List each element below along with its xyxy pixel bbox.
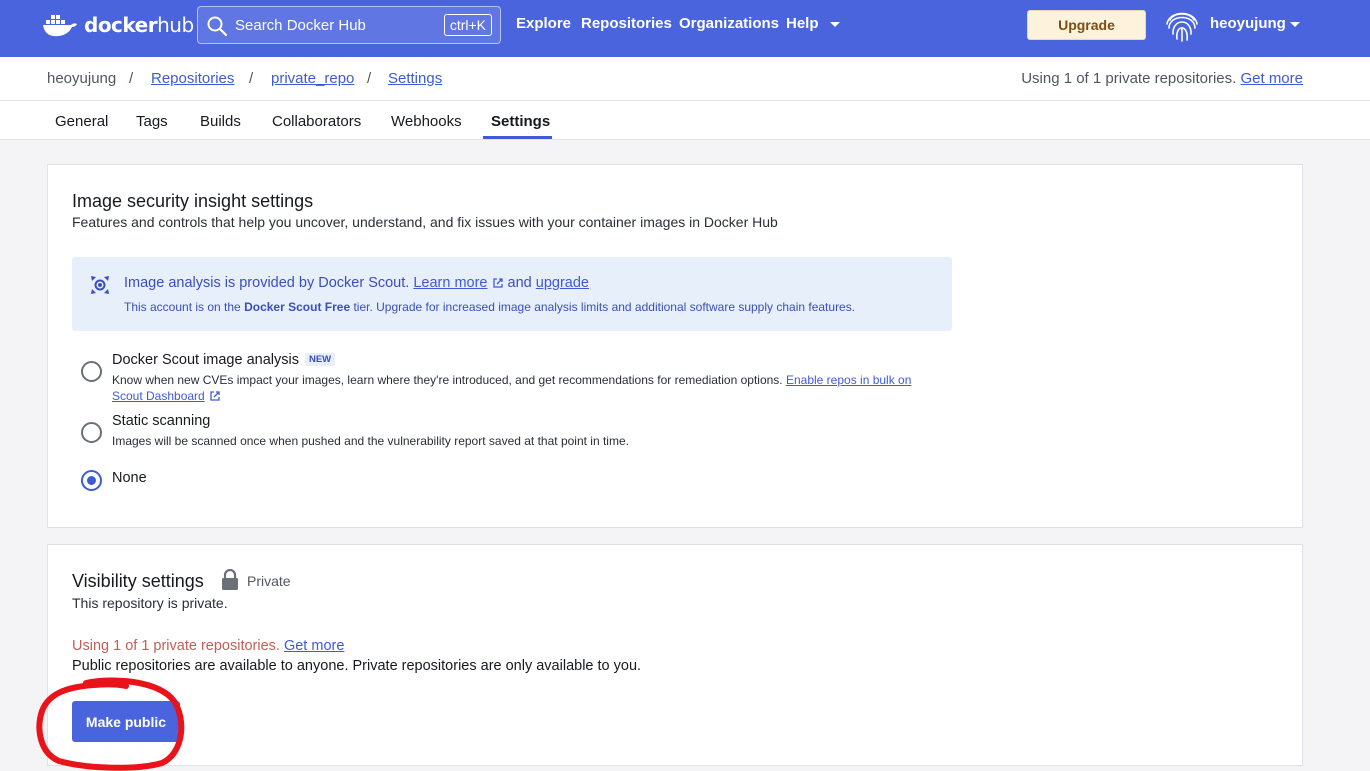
scout-info-line: Image analysis is provided by Docker Sco…: [124, 275, 589, 291]
make-public-button[interactable]: Make public: [72, 701, 180, 742]
breadcrumb-repositories-link[interactable]: Repositories: [151, 70, 234, 87]
security-settings-subtitle: Features and controls that help you unco…: [72, 214, 778, 230]
docker-scout-icon: [91, 276, 109, 294]
radio-none[interactable]: [81, 470, 102, 491]
visibility-desc: This repository is private.: [72, 595, 228, 611]
search-shortcut-hint: ctrl+K: [443, 14, 492, 36]
tier-prefix: This account is on the: [124, 300, 241, 314]
breadcrumb-separator: /: [129, 70, 134, 87]
breadcrumb-repo-link[interactable]: private_repo: [271, 70, 354, 87]
option-scout-label: Docker Scout image analysis: [112, 352, 299, 368]
warning-text: Using 1 of 1 private repositories.: [72, 638, 280, 654]
visibility-state-label: Private: [247, 573, 291, 589]
new-badge: NEW: [304, 353, 336, 366]
radio-static-scanning[interactable]: [81, 422, 102, 443]
breadcrumb-owner: heoyujung: [47, 70, 117, 87]
private-quota-warning: Using 1 of 1 private repositories. Get m…: [72, 638, 344, 654]
active-tab-indicator: [483, 136, 552, 139]
visibility-settings-card: Visibility settings Private This reposit…: [47, 544, 1303, 766]
image-security-settings-card: Image security insight settings Features…: [47, 164, 1303, 528]
search-input[interactable]: Search Docker Hub ctrl+K: [197, 6, 501, 44]
breadcrumb-separator: /: [367, 70, 372, 87]
breadcrumb-settings-link[interactable]: Settings: [388, 70, 442, 87]
account-username[interactable]: heoyujung: [1210, 15, 1286, 32]
docker-hub-logo[interactable]: dockerhub: [42, 10, 194, 40]
nav-organizations[interactable]: Organizations: [679, 15, 779, 32]
quota-get-more-link[interactable]: Get more: [1240, 70, 1303, 87]
option-scout-title: Docker Scout image analysis NEW: [112, 352, 336, 368]
account-chevron-down-icon[interactable]: [1290, 22, 1300, 27]
upgrade-button[interactable]: Upgrade: [1027, 10, 1146, 40]
visibility-get-more-link[interactable]: Get more: [284, 638, 344, 654]
upgrade-link[interactable]: upgrade: [536, 275, 589, 291]
nav-help[interactable]: Help: [786, 15, 819, 32]
security-settings-title: Image security insight settings: [72, 191, 314, 211]
repository-tabs: General Tags Builds Collaborators Webhoo…: [0, 101, 1370, 140]
tab-collaborators[interactable]: Collaborators: [272, 113, 361, 130]
logo-text: dockerhub: [84, 13, 194, 37]
option-scout-desc-text: Know when new CVEs impact your images, l…: [112, 373, 783, 387]
option-scout-desc: Know when new CVEs impact your images, l…: [112, 372, 942, 404]
radio-docker-scout-analysis[interactable]: [81, 361, 102, 382]
nav-explore[interactable]: Explore: [516, 15, 571, 32]
docker-whale-icon: [43, 15, 77, 37]
tier-suffix: tier. Upgrade for increased image analys…: [353, 300, 856, 314]
private-repo-quota: Using 1 of 1 private repositories. Get m…: [1021, 70, 1303, 87]
external-link-icon: [492, 278, 503, 288]
quota-text: Using 1 of 1 private repositories.: [1021, 70, 1237, 87]
help-chevron-down-icon[interactable]: [830, 22, 840, 27]
logo-product: hub: [157, 13, 194, 37]
breadcrumb: heoyujung / Repositories / private_repo …: [0, 57, 1370, 101]
option-static-desc: Images will be scanned once when pushed …: [112, 434, 629, 448]
scout-info-text: Image analysis is provided by Docker Sco…: [124, 275, 410, 291]
scout-info-and: and: [507, 275, 532, 291]
logo-brand: docker: [84, 13, 158, 37]
fingerprint-avatar-icon[interactable]: [1161, 4, 1203, 46]
top-navigation-bar: dockerhub Search Docker Hub ctrl+K Explo…: [0, 0, 1370, 57]
breadcrumb-separator: /: [249, 70, 254, 87]
option-static-title: Static scanning: [112, 413, 211, 429]
tier-name: Docker Scout Free: [244, 300, 351, 314]
lock-icon: [222, 569, 238, 590]
external-link-icon: [210, 391, 220, 401]
tab-tags[interactable]: Tags: [136, 113, 168, 130]
tab-webhooks[interactable]: Webhooks: [391, 113, 462, 130]
search-placeholder: Search Docker Hub: [235, 17, 366, 34]
visibility-note: Public repositories are available to any…: [72, 658, 642, 674]
nav-repositories[interactable]: Repositories: [581, 15, 672, 32]
option-none-title: None: [112, 470, 147, 486]
learn-more-link[interactable]: Learn more: [413, 275, 487, 291]
search-icon: [207, 16, 228, 37]
tab-general[interactable]: General: [55, 113, 108, 130]
docker-scout-info-banner: Image analysis is provided by Docker Sco…: [72, 257, 952, 331]
scout-tier-line: This account is on the Docker Scout Free…: [124, 300, 855, 314]
visibility-settings-title: Visibility settings: [72, 571, 204, 591]
tab-settings[interactable]: Settings: [491, 113, 550, 130]
tab-builds[interactable]: Builds: [200, 113, 241, 130]
